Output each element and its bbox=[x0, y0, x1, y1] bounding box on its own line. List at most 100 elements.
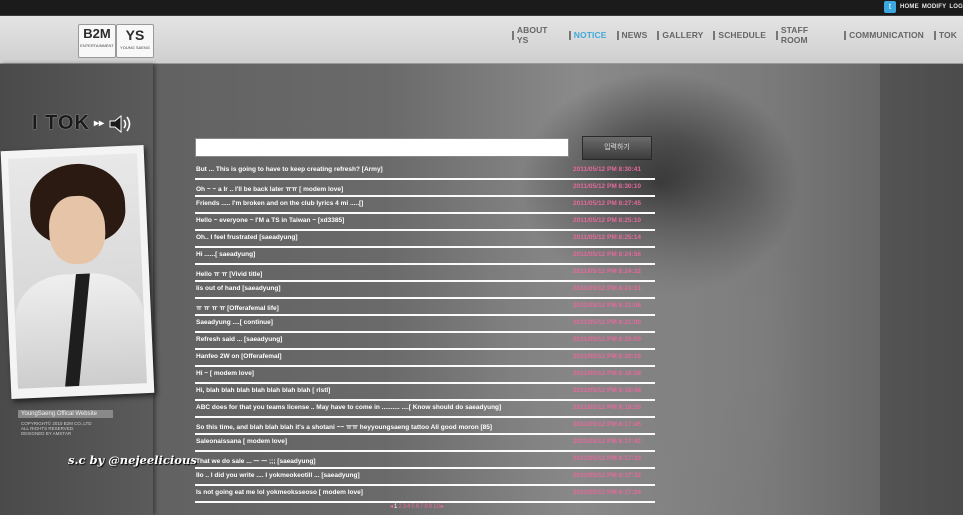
page-link[interactable]: 6 bbox=[416, 503, 419, 511]
message-row: Hi ......[ saeadyung] 2011/05/12 PM 8:24:… bbox=[195, 248, 655, 265]
message-timestamp: 2011/05/12 PM 8:17:45 bbox=[573, 421, 641, 428]
page-link[interactable]: 7 bbox=[420, 503, 423, 511]
message-text: So this time, and blah blah blah it's a … bbox=[196, 424, 493, 431]
profile-polaroid bbox=[0, 144, 155, 400]
message-row: That we do sale ... ㅡ ㅡ ;;; [saeadyung] 2… bbox=[195, 452, 655, 469]
message-timestamp: 2011/05/12 PM 8:21:06 bbox=[573, 302, 641, 309]
message-list: But ... This is going to have to keep cr… bbox=[195, 163, 655, 503]
nav-gallery[interactable]: GALLERY bbox=[653, 25, 709, 45]
message-text: Friends ..... I'm broken and on the club… bbox=[196, 200, 364, 207]
message-row: IIo .. I did you write .... I yokmeokeot… bbox=[195, 469, 655, 486]
photo-face bbox=[47, 194, 107, 266]
message-row: Oh ~ ~ a lr .. I'll be back later ㅠㅠ [ m… bbox=[195, 180, 655, 197]
page-link[interactable]: 10 bbox=[433, 503, 440, 511]
message-timestamp: 2011/05/12 PM 8:18:58 bbox=[573, 370, 641, 377]
twitter-icon[interactable]: t bbox=[884, 1, 896, 13]
message-row: Hi ~ [ modem love] 2011/05/12 PM 8:18:58 bbox=[195, 367, 655, 384]
message-text: IIo .. I did you write .... I yokmeokeot… bbox=[196, 472, 360, 479]
b2m-logo-subtext: ENTERTAINMENT bbox=[80, 43, 114, 48]
profile-photo bbox=[8, 153, 147, 389]
message-timestamp: 2011/05/12 PM 8:17:24 bbox=[573, 489, 641, 496]
message-text: Oh.. I feel frustrated [saeadyung] bbox=[196, 234, 298, 241]
b2m-logo[interactable]: B2M ENTERTAINMENT bbox=[78, 24, 116, 58]
copyright-line: DESIGNED BY AMSTAR bbox=[21, 431, 72, 436]
prev-page-icon[interactable]: ◂ bbox=[390, 503, 393, 511]
signature-watermark: s.c by @nejeelicious bbox=[68, 453, 197, 467]
message-row: ㅠ ㅠ ㅠ ㅠ [Offerafemal life] 2011/05/12 PM … bbox=[195, 299, 655, 316]
nav-schedule[interactable]: SCHEDULE bbox=[709, 25, 772, 45]
ys-logo[interactable]: YS YOUNG SAENG bbox=[116, 24, 154, 58]
itok-title-text: I TOK bbox=[32, 112, 90, 134]
message-text: Hello ㅠ ㅠ [Vivid title] bbox=[196, 271, 263, 278]
message-text: ㅠ ㅠ ㅠ ㅠ [Offerafemal life] bbox=[196, 305, 279, 312]
logout-link[interactable]: LOGOUT bbox=[949, 1, 963, 14]
message-text: Hi, blah blah blah blah blah blah blah [… bbox=[196, 387, 331, 394]
modify-link[interactable]: MODIFY bbox=[922, 1, 947, 14]
nav-communication[interactable]: COMMUNICATION bbox=[840, 25, 930, 45]
message-row: But ... This is going to have to keep cr… bbox=[195, 163, 655, 180]
message-text: Hanfeo 2W on [Offerafemal] bbox=[196, 353, 282, 360]
message-timestamp: 2011/05/12 PM 8:27:45 bbox=[573, 200, 641, 207]
ys-logo-text: YS bbox=[125, 27, 145, 43]
message-text: Hi ......[ saeadyung] bbox=[196, 251, 256, 258]
message-text: Iis out of hand [saeadyung] bbox=[196, 285, 281, 292]
message-row: Hi, blah blah blah blah blah blah blah [… bbox=[195, 384, 655, 401]
nav-notice[interactable]: NOTICE bbox=[565, 25, 613, 45]
nav-news[interactable]: NEWS bbox=[613, 25, 654, 45]
nav-about-ys[interactable]: ABOUT YS bbox=[508, 25, 565, 45]
utility-links: HOME MODIFY LOGOUT bbox=[900, 1, 963, 14]
pagination: ◂ 1 2 3 4 5 6 7 8 9 10 ▸ bbox=[390, 503, 444, 511]
top-utility-bar: t HOME MODIFY LOGOUT bbox=[0, 0, 963, 16]
next-page-icon[interactable]: ▸ bbox=[441, 503, 444, 511]
message-row: Refresh said ... [saeadyung] 2011/05/12 P… bbox=[195, 333, 655, 350]
message-text: Saeadyung ....[ continue] bbox=[196, 319, 273, 326]
page-link[interactable]: 1 bbox=[394, 503, 397, 511]
message-text: Hi ~ [ modem love] bbox=[196, 370, 254, 377]
message-timestamp: 2011/05/12 PM 8:20:18 bbox=[573, 353, 641, 360]
message-row: Oh.. I feel frustrated [saeadyung] 2011/0… bbox=[195, 231, 655, 248]
message-timestamp: 2011/05/12 PM 8:24:32 bbox=[573, 268, 641, 275]
message-text: Hello ~ everyone ~ I'M a TS in Taiwan ~ … bbox=[196, 217, 345, 224]
message-text: Oh ~ ~ a lr .. I'll be back later ㅠㅠ [ m… bbox=[196, 186, 344, 193]
site-header: B2M ENTERTAINMENT YS YOUNG SAENG ABOUT Y… bbox=[0, 16, 963, 64]
message-timestamp: 2011/05/12 PM 8:21:00 bbox=[573, 319, 641, 326]
play-arrows-icon: ▸▸ bbox=[93, 118, 105, 129]
page-link[interactable]: 8 bbox=[424, 503, 427, 511]
background-shade bbox=[880, 64, 963, 515]
message-timestamp: 2011/05/12 PM 8:17:33 bbox=[573, 455, 641, 462]
message-row: Iis out of hand [saeadyung] 2011/05/12 PM… bbox=[195, 282, 655, 299]
message-text: Is not going eat me lol yokmeoksseoso [ … bbox=[196, 489, 363, 496]
home-link[interactable]: HOME bbox=[900, 1, 919, 14]
copyright-block: COPYRIGHT© 2010 B2M CO.,LTD ALL RIGHTS R… bbox=[21, 421, 121, 436]
speaker-icon[interactable] bbox=[108, 113, 134, 135]
main-nav: ABOUT YS NOTICE NEWS GALLERY SCHEDULE ST… bbox=[508, 25, 963, 45]
message-row: Friends ..... I'm broken and on the club… bbox=[195, 197, 655, 214]
message-row: Saeadyung ....[ continue] 2011/05/12 PM 8… bbox=[195, 316, 655, 333]
message-row: Is not going eat me lol yokmeoksseoso [ … bbox=[195, 486, 655, 503]
message-input[interactable] bbox=[195, 138, 569, 157]
page-link[interactable]: 3 bbox=[403, 503, 406, 511]
nav-tok[interactable]: TOK bbox=[930, 25, 963, 45]
itok-title: I TOK ▸▸ bbox=[32, 112, 134, 135]
message-timestamp: 2011/05/12 PM 8:30:41 bbox=[573, 166, 641, 173]
message-row: Hanfeo 2W on [Offerafemal] 2011/05/12 PM … bbox=[195, 350, 655, 367]
submit-button[interactable]: 입력하기 bbox=[582, 136, 652, 160]
page-link[interactable]: 4 bbox=[407, 503, 410, 511]
message-text: That we do sale ... ㅡ ㅡ ;;; [saeadyung] bbox=[196, 458, 316, 465]
message-text: But ... This is going to have to keep cr… bbox=[196, 166, 383, 173]
message-row: ABC does for that you teams license .. M… bbox=[195, 401, 655, 418]
message-text: Refresh said ... [saeadyung] bbox=[196, 336, 283, 343]
message-timestamp: 2011/05/12 PM 8:17:42 bbox=[573, 438, 641, 445]
ys-logo-subtext: YOUNG SAENG bbox=[120, 45, 150, 50]
message-row: Saleonaissana [ modem love] 2011/05/12 PM… bbox=[195, 435, 655, 452]
message-timestamp: 2011/05/12 PM 8:25:10 bbox=[573, 217, 641, 224]
nav-staff-room[interactable]: STAFF ROOM bbox=[772, 25, 840, 45]
page-link[interactable]: 2 bbox=[398, 503, 401, 511]
b2m-logo-text: B2M bbox=[83, 26, 111, 41]
page-link[interactable]: 5 bbox=[411, 503, 414, 511]
message-timestamp: 2011/05/12 PM 8:18:35 bbox=[573, 404, 641, 411]
official-website-label: YoungSaeng Offical Website bbox=[18, 410, 113, 418]
message-timestamp: 2011/05/12 PM 8:20:50 bbox=[573, 336, 641, 343]
message-timestamp: 2011/05/12 PM 8:24:56 bbox=[573, 251, 641, 258]
page-link[interactable]: 9 bbox=[429, 503, 432, 511]
